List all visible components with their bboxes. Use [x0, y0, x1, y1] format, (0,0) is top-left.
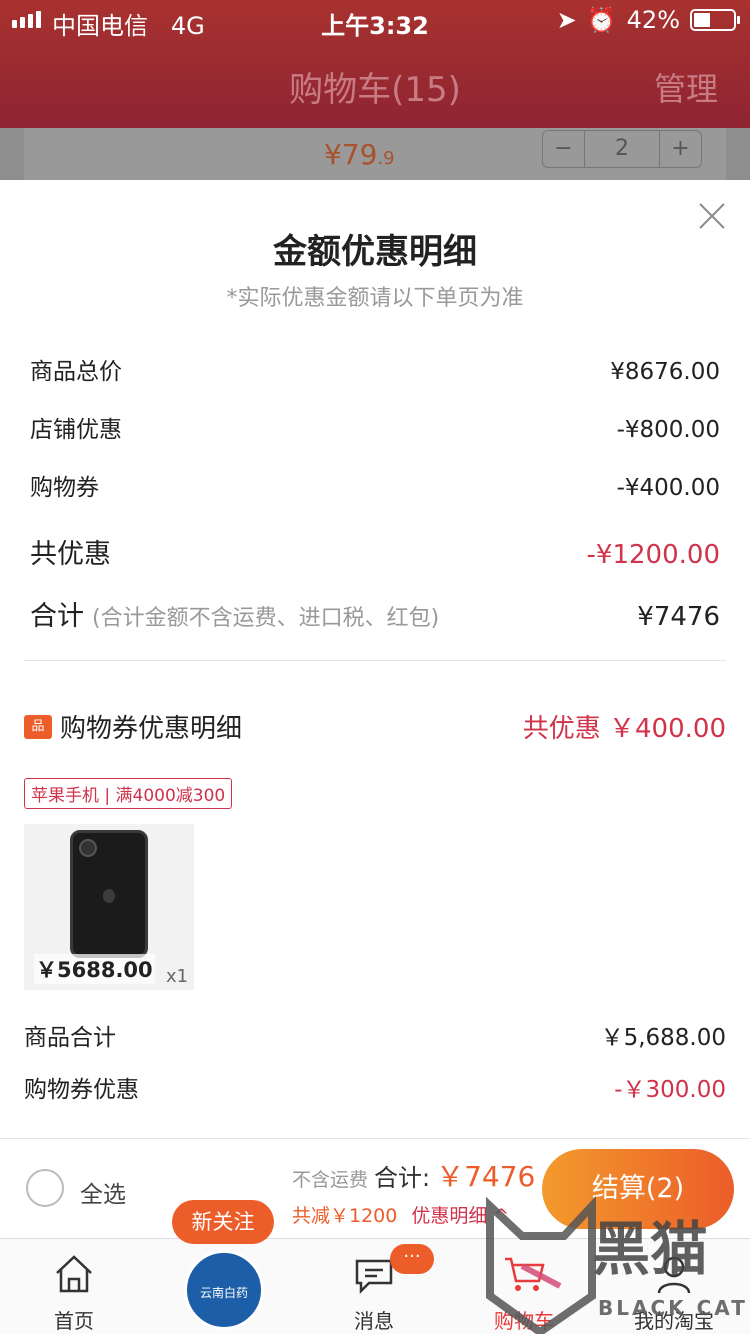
- summary-row-coupon: 购物券优惠 -￥300.00: [24, 1077, 726, 1103]
- message-badge: ···: [390, 1244, 434, 1274]
- sheet-subtitle: *实际优惠金额请以下单页为准: [226, 286, 524, 311]
- new-follow-badge[interactable]: 新关注: [172, 1200, 274, 1244]
- page-title: 购物车(15): [289, 70, 461, 110]
- price-row-shop-discount: 店铺优惠 -¥800.00: [30, 417, 720, 443]
- total-value: ¥7476: [637, 602, 720, 632]
- cart-item-price: ¥79.9: [324, 138, 395, 171]
- total-amount: ￥7476: [436, 1160, 536, 1193]
- iphone-image: [70, 830, 148, 958]
- reduced-amount: 共减￥1200: [292, 1205, 398, 1227]
- no-shipping-label: 不含运费: [292, 1169, 369, 1191]
- header-bar: 中国电信 4G 上午3:32 ➤ ⏰ 42% 购物车(15) 管理: [0, 0, 750, 128]
- watermark-text: 黑猫: [592, 1215, 709, 1283]
- summary-row-goods: 商品合计 ￥5,688.00: [24, 1025, 726, 1051]
- sheet-title: 金额优惠明细: [273, 232, 477, 272]
- product-quantity: x1: [166, 966, 189, 987]
- coupon-icon: 品: [24, 714, 52, 739]
- price-row-total-goods: 商品总价 ¥8676.00: [30, 359, 720, 385]
- total-discount-row: 共优惠 -¥1200.00: [30, 539, 720, 570]
- watermark-logo: 黑猫 BLACK CAT: [482, 1195, 750, 1334]
- coupon-detail-header: 品 购物券优惠明细 共优惠 ￥400.00: [24, 708, 726, 745]
- total-label: 合计: [30, 601, 84, 632]
- quantity-value[interactable]: 2: [585, 131, 660, 167]
- product-price: ￥5688.00: [34, 954, 155, 984]
- cart-item-row: ¥79.9 − 2 +: [0, 128, 750, 180]
- coupon-title: 购物券优惠明细: [60, 714, 243, 744]
- battery-percent: 42%: [626, 6, 680, 34]
- quantity-stepper[interactable]: − 2 +: [542, 130, 702, 168]
- promo-tag: 苹果手机 | 满4000减300: [24, 778, 233, 809]
- select-all-radio[interactable]: [26, 1169, 64, 1207]
- home-icon: [56, 1255, 92, 1293]
- apple-logo-icon: [103, 889, 115, 903]
- coupon-total-discount: 共优惠 ￥400.00: [522, 714, 726, 744]
- alarm-icon: ⏰: [586, 6, 617, 34]
- total-label: 合计:: [374, 1164, 431, 1192]
- status-bar: 中国电信 4G 上午3:32 ➤ ⏰ 42%: [0, 0, 750, 42]
- location-icon: ➤: [556, 6, 577, 34]
- divider: [24, 660, 726, 661]
- select-all-label[interactable]: 全选: [80, 1175, 126, 1209]
- battery-icon: [690, 9, 740, 31]
- camera-icon: [79, 839, 97, 857]
- total-row: 合计 (合计金额不含运费、进口税、红包) ¥7476: [30, 594, 720, 633]
- manage-button[interactable]: 管理: [654, 64, 718, 110]
- total-note: (合计金额不含运费、进口税、红包): [92, 606, 440, 631]
- tab-home[interactable]: 首页: [14, 1251, 134, 1334]
- increase-button[interactable]: +: [660, 131, 701, 167]
- brand-avatar[interactable]: 云南白药: [184, 1250, 264, 1330]
- decrease-button[interactable]: −: [543, 131, 586, 167]
- watermark-subtext: BLACK CAT: [598, 1296, 748, 1320]
- price-row-coupon: 购物券 -¥400.00: [30, 475, 720, 501]
